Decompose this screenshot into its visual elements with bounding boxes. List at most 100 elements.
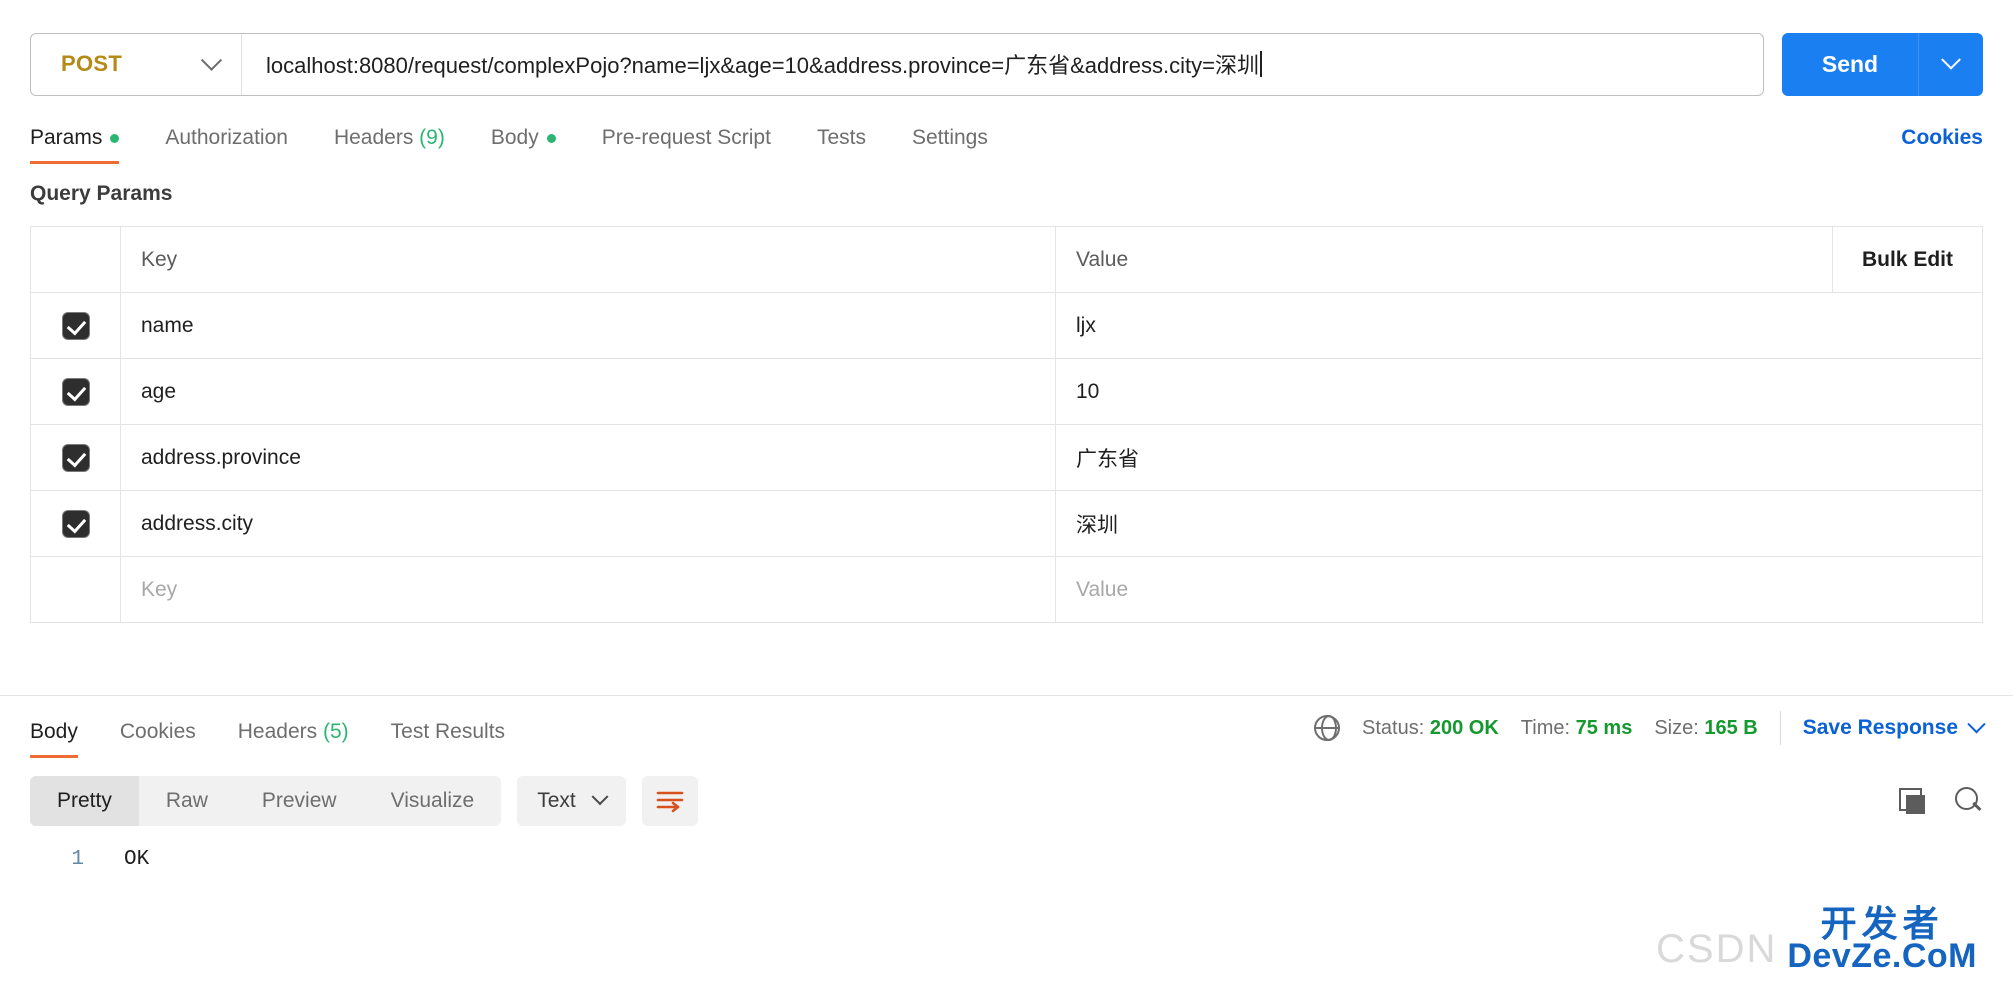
size-value: 165 B xyxy=(1704,717,1757,739)
tab-label: Headers xyxy=(334,126,413,149)
http-method-dropdown[interactable]: POST xyxy=(31,34,242,95)
response-toolbar: Pretty Raw Preview Visualize Text xyxy=(0,758,2013,826)
header-value: Value xyxy=(1056,227,1832,292)
row-checkbox[interactable] xyxy=(63,445,89,471)
tab-params[interactable]: Params xyxy=(30,126,119,164)
row-checkbox[interactable] xyxy=(63,511,89,537)
tab-label: Params xyxy=(30,126,102,149)
row-key[interactable]: address.city xyxy=(121,491,1056,556)
chevron-down-icon xyxy=(591,788,608,805)
tab-body[interactable]: Body xyxy=(491,126,556,164)
tab-pre-request-script[interactable]: Pre-request Script xyxy=(602,126,771,164)
time-label: Time: xyxy=(1521,717,1570,739)
response-tab-test-results[interactable]: Test Results xyxy=(391,720,505,758)
watermark-devze: 开发者 DevZe.CoM xyxy=(1787,908,1977,972)
status-label: Status: xyxy=(1362,717,1424,739)
query-params-title: Query Params xyxy=(0,164,2013,206)
table-empty-row: Key Value xyxy=(31,557,1982,623)
row-checkbox[interactable] xyxy=(63,379,89,405)
tab-count: (9) xyxy=(419,126,445,149)
watermark-en-text: DevZe.CoM xyxy=(1787,941,1977,972)
response-view-mode-group: Pretty Raw Preview Visualize xyxy=(30,776,501,826)
chevron-down-icon xyxy=(201,49,222,70)
url-input[interactable]: localhost:8080/request/complexPojo?name=… xyxy=(242,34,1763,95)
tab-tests[interactable]: Tests xyxy=(817,126,866,164)
tab-label: Cookies xyxy=(120,720,196,743)
table-row: address.city 深圳 xyxy=(31,491,1982,557)
query-params-table: Key Value Bulk Edit name ljx age 10 addr… xyxy=(30,226,1983,623)
response-tab-cookies[interactable]: Cookies xyxy=(120,720,196,758)
view-mode-preview[interactable]: Preview xyxy=(235,776,364,826)
tab-label: Pre-request Script xyxy=(602,126,771,149)
tab-label: Tests xyxy=(817,126,866,149)
row-value[interactable]: ljx xyxy=(1056,293,1982,358)
word-wrap-button[interactable] xyxy=(642,776,698,826)
bulk-edit-button[interactable]: Bulk Edit xyxy=(1832,227,1982,292)
url-value: localhost:8080/request/complexPojo?name=… xyxy=(266,48,1259,80)
tab-label: Headers xyxy=(238,720,317,743)
row-checkbox[interactable] xyxy=(63,313,89,339)
status-dot-icon xyxy=(547,134,556,143)
size-label: Size: xyxy=(1654,717,1698,739)
tab-label: Test Results xyxy=(391,720,505,743)
status-dot-icon xyxy=(110,134,119,143)
table-header-row: Key Value Bulk Edit xyxy=(31,227,1982,293)
row-checkbox-cell xyxy=(31,425,121,490)
send-options-dropdown[interactable] xyxy=(1918,33,1983,96)
new-value-input[interactable]: Value xyxy=(1056,557,1982,622)
view-mode-visualize[interactable]: Visualize xyxy=(364,776,502,826)
table-row: age 10 xyxy=(31,359,1982,425)
empty-row-checkbox-cell xyxy=(31,557,121,622)
time-value: 75 ms xyxy=(1576,717,1633,739)
header-checkbox-cell xyxy=(31,227,121,292)
row-checkbox-cell xyxy=(31,491,121,556)
tab-headers[interactable]: Headers (9) xyxy=(334,126,445,164)
save-response-button[interactable]: Save Response xyxy=(1803,716,1983,740)
row-value[interactable]: 10 xyxy=(1056,359,1982,424)
globe-icon xyxy=(1314,715,1340,741)
table-row: address.province 广东省 xyxy=(31,425,1982,491)
save-response-label: Save Response xyxy=(1803,716,1958,740)
view-mode-raw[interactable]: Raw xyxy=(139,776,235,826)
http-method-label: POST xyxy=(61,51,122,77)
response-tab-body[interactable]: Body xyxy=(30,720,78,758)
row-key[interactable]: name xyxy=(121,293,1056,358)
row-key[interactable]: age xyxy=(121,359,1056,424)
text-cursor xyxy=(1260,51,1262,77)
content-type-label: Text xyxy=(537,789,576,813)
tab-settings[interactable]: Settings xyxy=(912,126,988,164)
request-tabs: Params Authorization Headers (9) Body Pr… xyxy=(0,104,2013,164)
row-value[interactable]: 广东省 xyxy=(1056,425,1982,490)
tab-label: Settings xyxy=(912,126,988,149)
tab-label: Body xyxy=(491,126,539,149)
tab-count: (5) xyxy=(323,720,349,743)
view-mode-pretty[interactable]: Pretty xyxy=(30,776,139,826)
response-tabs: Body Cookies Headers (5) Test Results St… xyxy=(0,696,2013,758)
watermark-cn-text: 开发者 xyxy=(1821,908,1944,941)
search-icon[interactable] xyxy=(1955,787,1983,815)
line-number: 1 xyxy=(30,848,84,871)
content-type-dropdown[interactable]: Text xyxy=(517,776,626,826)
watermark-csdn: CSDN xyxy=(1656,927,1777,972)
chevron-down-icon xyxy=(1967,715,1985,733)
send-button-group: Send xyxy=(1782,33,1983,96)
response-body-text: OK xyxy=(84,848,149,871)
response-tool-icons xyxy=(1899,787,1983,815)
new-key-input[interactable]: Key xyxy=(121,557,1056,622)
response-tab-headers[interactable]: Headers (5) xyxy=(238,720,349,758)
divider xyxy=(1780,711,1781,745)
header-key: Key xyxy=(121,227,1056,292)
cookies-link[interactable]: Cookies xyxy=(1901,126,1983,150)
row-checkbox-cell xyxy=(31,293,121,358)
url-input-wrapper: POST localhost:8080/request/complexPojo?… xyxy=(30,33,1764,96)
word-wrap-icon xyxy=(655,788,685,814)
watermark: CSDN 开发者 DevZe.CoM xyxy=(1656,908,1977,972)
row-key[interactable]: address.province xyxy=(121,425,1056,490)
response-body-viewer[interactable]: 1 OK xyxy=(0,826,2013,871)
send-button[interactable]: Send xyxy=(1782,33,1918,96)
table-row: name ljx xyxy=(31,293,1982,359)
chevron-down-icon xyxy=(1941,50,1961,70)
row-value[interactable]: 深圳 xyxy=(1056,491,1982,556)
copy-icon[interactable] xyxy=(1899,788,1925,814)
tab-authorization[interactable]: Authorization xyxy=(165,126,288,164)
